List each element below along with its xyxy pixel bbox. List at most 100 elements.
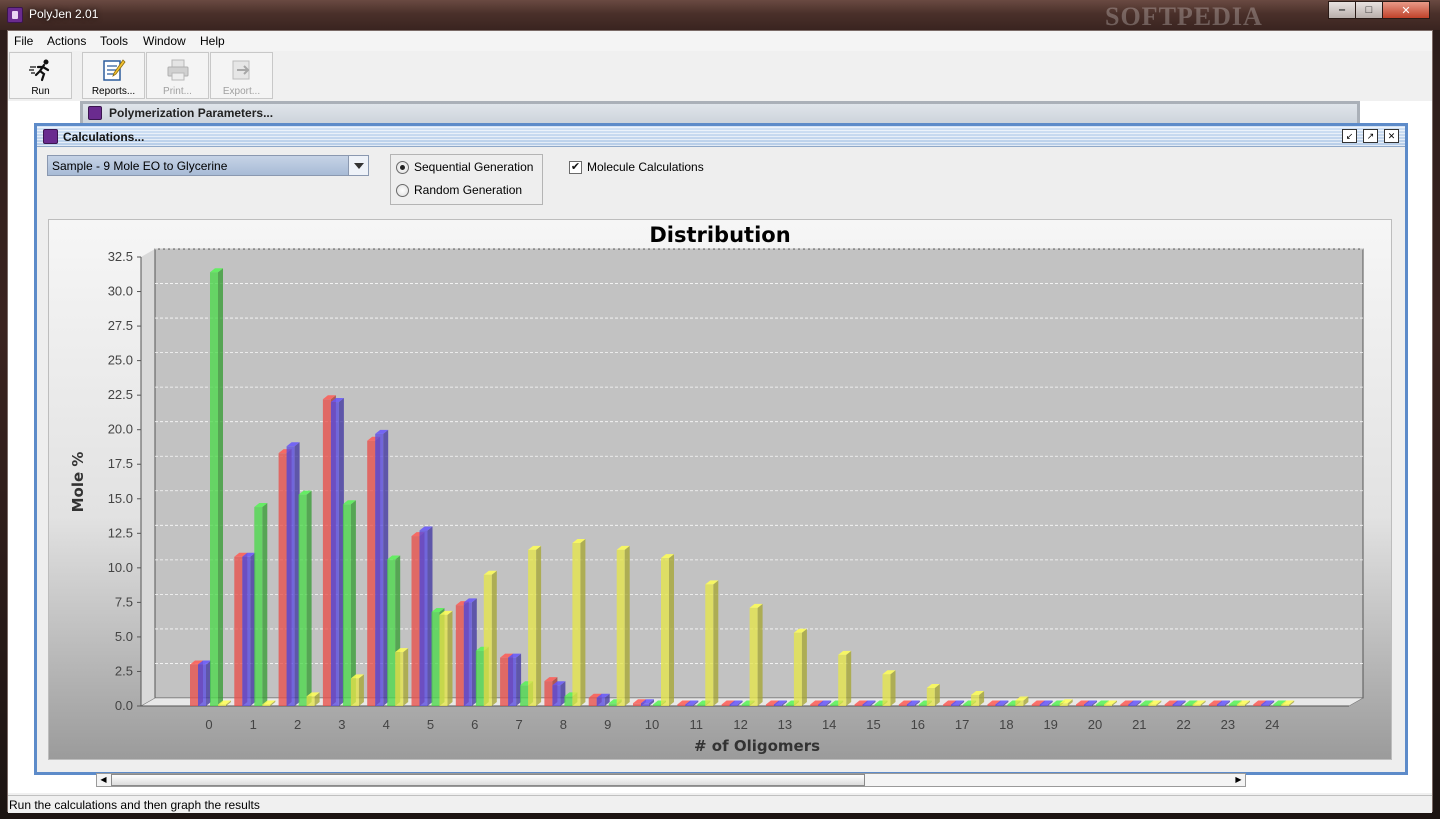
menu-file[interactable]: File bbox=[14, 34, 33, 48]
bar bbox=[951, 704, 960, 706]
print-button[interactable]: Print... bbox=[146, 52, 209, 99]
frame-close-button[interactable]: ✕ bbox=[1384, 129, 1399, 143]
app-window: PolyJen 2.01 SOFTPEDIA ‒ □ ✕ File Action… bbox=[0, 0, 1440, 819]
watermark-text: SOFTPEDIA bbox=[1105, 2, 1263, 31]
title-bar[interactable]: PolyJen 2.01 SOFTPEDIA ‒ □ ✕ bbox=[0, 0, 1440, 31]
frame-maximize-button[interactable]: ↗ bbox=[1363, 129, 1378, 143]
sequential-generation-option[interactable]: Sequential Generation bbox=[396, 160, 533, 174]
app-icon[interactable] bbox=[7, 7, 23, 23]
bar bbox=[926, 688, 935, 706]
bar bbox=[552, 685, 561, 706]
molecule-calculations-option[interactable]: ✔ Molecule Calculations bbox=[569, 160, 704, 174]
bar bbox=[1015, 700, 1024, 706]
bar bbox=[1236, 704, 1245, 706]
export-button[interactable]: Export... bbox=[210, 52, 273, 99]
app-title: PolyJen 2.01 bbox=[29, 7, 99, 21]
bar bbox=[677, 704, 686, 706]
menu-help[interactable]: Help bbox=[200, 34, 225, 48]
sample-select[interactable]: Sample - 9 Mole EO to Glycerine bbox=[47, 155, 369, 176]
plot-side-wall bbox=[141, 249, 155, 706]
y-tick-label: 5.0 bbox=[115, 629, 133, 644]
molecule-calculations-label: Molecule Calculations bbox=[587, 160, 704, 174]
bar bbox=[1273, 704, 1282, 706]
frame-title-bar[interactable]: Calculations... ↙ ↗ ✕ bbox=[37, 126, 1405, 147]
bar bbox=[198, 664, 206, 706]
bar bbox=[1007, 704, 1016, 706]
y-tick-label: 30.0 bbox=[108, 284, 133, 299]
x-tick-label: 22 bbox=[1176, 717, 1190, 732]
bar bbox=[685, 704, 694, 706]
bar bbox=[1172, 704, 1181, 706]
bar bbox=[1192, 704, 1201, 706]
bar bbox=[963, 704, 972, 706]
chevron-down-icon[interactable] bbox=[348, 156, 368, 175]
reports-button[interactable]: Reports... bbox=[82, 52, 145, 99]
random-generation-option[interactable]: Random Generation bbox=[396, 183, 522, 197]
minimize-button[interactable]: ‒ bbox=[1328, 1, 1356, 19]
scroll-left-icon[interactable]: ◀ bbox=[97, 774, 110, 786]
bar-side bbox=[580, 538, 586, 706]
bar bbox=[596, 697, 605, 706]
bar bbox=[1128, 704, 1137, 706]
bar bbox=[1104, 704, 1112, 706]
x-tick-label: 6 bbox=[471, 717, 478, 732]
bar bbox=[419, 530, 428, 706]
toolbar: Run Reports... Print... Export... bbox=[8, 51, 1432, 101]
menu-actions[interactable]: Actions bbox=[47, 34, 86, 48]
x-tick-label: 5 bbox=[427, 717, 434, 732]
maximize-button[interactable]: □ bbox=[1355, 1, 1383, 19]
bar-side bbox=[218, 268, 223, 706]
run-button[interactable]: Run bbox=[9, 52, 72, 99]
sequential-generation-radio[interactable] bbox=[396, 160, 409, 174]
bar bbox=[234, 556, 243, 706]
bar bbox=[1148, 704, 1157, 706]
bar bbox=[721, 704, 730, 706]
bar bbox=[971, 694, 980, 706]
bar bbox=[572, 542, 581, 706]
close-button[interactable]: ✕ bbox=[1382, 1, 1430, 19]
x-tick-label: 18 bbox=[999, 717, 1013, 732]
scrollbar-thumb[interactable] bbox=[111, 774, 865, 786]
bar bbox=[254, 507, 263, 706]
bar bbox=[653, 704, 661, 706]
bar bbox=[987, 704, 996, 706]
bar bbox=[483, 574, 492, 706]
x-tick-label: 23 bbox=[1221, 717, 1235, 732]
bar-side bbox=[624, 545, 630, 706]
bar-side bbox=[262, 503, 268, 706]
menu-tools[interactable]: Tools bbox=[100, 34, 128, 48]
bar-side bbox=[447, 610, 453, 706]
bar bbox=[749, 607, 758, 706]
bar bbox=[455, 605, 464, 706]
bar bbox=[838, 654, 847, 706]
horizontal-scrollbar[interactable]: ◀ ▶ bbox=[96, 773, 1246, 787]
frame-iconify-button[interactable]: ↙ bbox=[1342, 129, 1357, 143]
bar bbox=[210, 272, 218, 706]
molecule-calculations-checkbox[interactable]: ✔ bbox=[569, 160, 582, 174]
x-tick-label: 17 bbox=[955, 717, 969, 732]
bar bbox=[697, 704, 706, 706]
bar bbox=[830, 704, 839, 706]
x-tick-label: 3 bbox=[338, 717, 345, 732]
bar bbox=[1140, 704, 1149, 706]
y-tick-label: 20.0 bbox=[108, 422, 133, 437]
bar bbox=[765, 704, 774, 706]
bar bbox=[729, 704, 738, 706]
random-generation-radio[interactable] bbox=[396, 183, 409, 197]
bar bbox=[298, 494, 307, 706]
bar bbox=[475, 650, 484, 706]
distribution-chart: 0.0 2.5 5.0 7.5 10.0 12.5 15.0 17.5 20.0 22.5 25.0… bbox=[69, 223, 1365, 755]
sequential-generation-label: Sequential Generation bbox=[414, 160, 534, 174]
menu-window[interactable]: Window bbox=[143, 34, 186, 48]
bar bbox=[387, 559, 396, 706]
calculations-frame: Calculations... ↙ ↗ ✕ Sample - 9 Mole EO… bbox=[34, 123, 1408, 775]
bar bbox=[862, 704, 871, 706]
bar bbox=[1039, 704, 1048, 706]
bar bbox=[906, 704, 915, 706]
bar-side bbox=[757, 603, 763, 706]
y-tick-label: 0.0 bbox=[115, 698, 133, 713]
y-tick-label: 12.5 bbox=[108, 525, 133, 540]
scroll-right-icon[interactable]: ▶ bbox=[1232, 774, 1245, 786]
x-tick-label: 20 bbox=[1088, 717, 1102, 732]
y-tick-label: 32.5 bbox=[108, 249, 133, 264]
